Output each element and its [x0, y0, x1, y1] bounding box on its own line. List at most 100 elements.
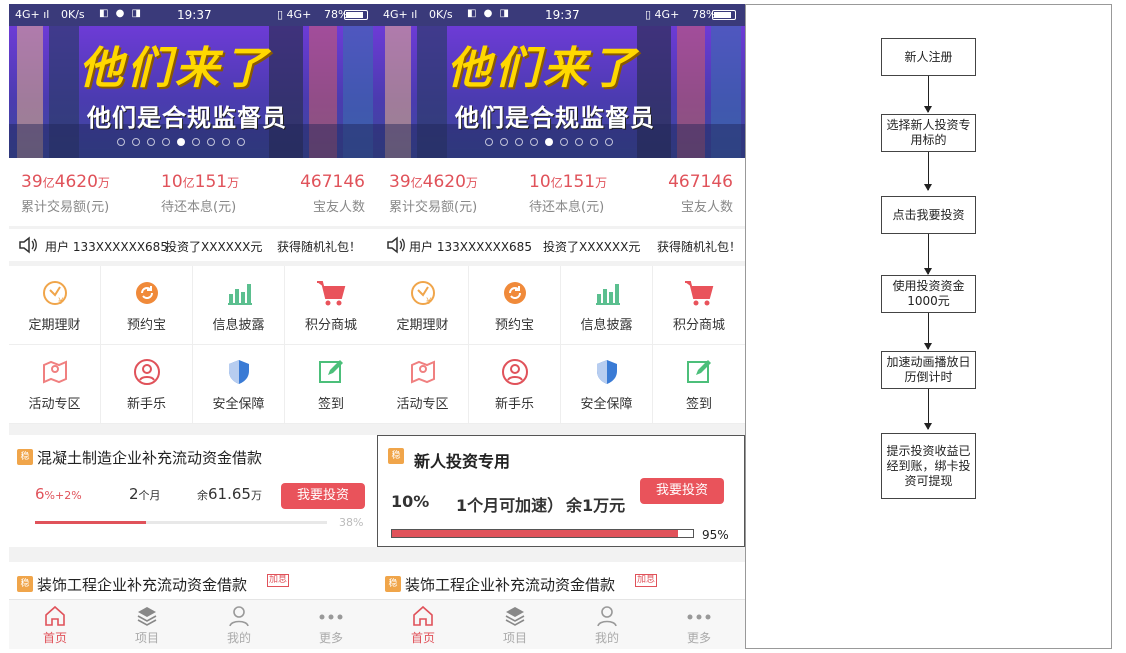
banner-headline: 他们来了	[447, 43, 639, 94]
stat-value: 467146	[668, 172, 733, 192]
grid-item-label: 新手乐	[494, 397, 534, 412]
user-circle-icon	[501, 359, 528, 385]
tab-label: 首页	[42, 631, 67, 645]
more-icon	[319, 614, 343, 620]
shield-icon	[596, 360, 617, 384]
tab-projects[interactable]: 项目	[101, 600, 193, 649]
grid-item-points-mall[interactable]: 积分商城	[653, 266, 745, 345]
cart-icon	[685, 281, 714, 306]
flowchart-panel: 新人注册 选择新人投资专用标的 点击我要投资 使用投资资金1000元 加速动画播…	[745, 4, 1112, 649]
grid-item-newbie[interactable]: 新手乐	[101, 345, 193, 424]
pagination-dot[interactable]	[530, 138, 538, 146]
stat-label: 待还本息(元)	[529, 200, 605, 215]
grid-item-reservation[interactable]: 预约宝	[101, 266, 193, 345]
flow-step-select-product: 选择新人投资专用标的	[881, 114, 976, 152]
tab-home[interactable]: 首页	[9, 600, 101, 649]
speaker-icon	[387, 236, 405, 254]
grid-item-label: 积分商城	[304, 318, 357, 333]
edit-icon	[687, 360, 711, 383]
tab-mine[interactable]: 我的	[193, 600, 285, 649]
pagination-dot[interactable]	[590, 138, 598, 146]
loan-card-next[interactable]: 稳 装饰工程企业补充流动资金借款 加息	[377, 562, 745, 602]
stat-unit: 万	[97, 176, 110, 190]
loan-term: 2个月	[129, 485, 161, 503]
grid-item-label: 活动专区	[28, 397, 81, 412]
signal-indicator: 4G+ ıl	[383, 8, 418, 21]
loan-card-next[interactable]: 稳 装饰工程企业补充流动资金借款 加息	[9, 562, 377, 602]
rate-bonus: %+2%	[44, 489, 82, 502]
pagination-dot[interactable]	[237, 138, 245, 146]
pagination-dot[interactable]	[560, 138, 568, 146]
pagination-dot[interactable]	[515, 138, 523, 146]
pagination-dot[interactable]	[192, 138, 200, 146]
grid-item-fixed-term[interactable]: ¥ 定期理财	[9, 266, 101, 345]
phone-screen-left: 4G+ ıl 0K/s ◧ ● ◨ 19:37 ▯ 4G+ 78% 他们来了 他…	[9, 4, 377, 649]
pagination-dot[interactable]	[485, 138, 493, 146]
grid-item-activities[interactable]: 活动专区	[377, 345, 469, 424]
news-ticker[interactable]: 用户 133XXXXXX685 投资了XXXXXX元 获得随机礼包！	[9, 229, 377, 261]
stat-label: 累计交易额(元)	[389, 200, 478, 215]
grid-item-newbie[interactable]: 新手乐	[469, 345, 561, 424]
progress-fill	[35, 521, 146, 524]
pagination-dot[interactable]	[132, 138, 140, 146]
bottom-tab-bar: 首页 项目 我的 更多	[377, 599, 745, 649]
pagination-dot[interactable]	[500, 138, 508, 146]
stat-value: 151	[194, 172, 228, 192]
tab-more[interactable]: 更多	[653, 600, 745, 649]
tab-mine[interactable]: 我的	[561, 600, 653, 649]
phone-screen-right: 4G+ ıl 0K/s ◧ ● ◨ 19:37 ▯ 4G+ 78% 他们来了 他…	[377, 4, 745, 649]
grid-item-points-mall[interactable]: 积分商城	[285, 266, 377, 345]
banner-subtitle: 他们是合规监督员	[87, 104, 287, 132]
stat-value: 4620	[54, 172, 98, 192]
grid-item-checkin[interactable]: 签到	[285, 345, 377, 424]
flow-step-earnings-arrived: 提示投资收益已经到账，绑卡投资可提现	[881, 433, 976, 499]
ticker-reward: 获得随机礼包！	[277, 240, 362, 254]
flow-step-register: 新人注册	[881, 38, 976, 76]
grid-item-security[interactable]: 安全保障	[193, 345, 285, 424]
pagination-dot-active[interactable]	[177, 138, 185, 146]
stat-value: 4620	[422, 172, 466, 192]
ticker-user: 用户 133XXXXXX685	[45, 240, 168, 254]
invest-button[interactable]: 我要投资	[640, 478, 724, 504]
term-unit: 个月	[138, 489, 161, 502]
stat-unit: 万	[465, 176, 478, 190]
ticker-action: 投资了XXXXXX元	[165, 240, 263, 254]
battery-icon	[712, 10, 736, 20]
pagination-dot[interactable]	[207, 138, 215, 146]
pagination-dot[interactable]	[117, 138, 125, 146]
pagination-dot[interactable]	[222, 138, 230, 146]
invest-button[interactable]: 我要投资	[281, 483, 365, 509]
tab-label: 我的	[594, 631, 619, 645]
tab-home[interactable]: 首页	[377, 600, 469, 649]
grid-item-reservation[interactable]: 预约宝	[469, 266, 561, 345]
progress-fill	[392, 530, 678, 537]
grid-item-disclosure[interactable]: 信息披露	[561, 266, 653, 345]
shield-icon	[228, 360, 249, 384]
signal-indicator: 4G+ ıl	[15, 8, 50, 21]
grid-item-label: 签到	[317, 397, 344, 412]
pagination-dot[interactable]	[605, 138, 613, 146]
tab-more[interactable]: 更多	[285, 600, 377, 649]
grid-item-activities[interactable]: 活动专区	[9, 345, 101, 424]
pagination-dot-active[interactable]	[545, 138, 553, 146]
more-icon	[687, 614, 711, 620]
pagination-dot[interactable]	[575, 138, 583, 146]
status-time: 19:37	[177, 8, 212, 22]
news-ticker[interactable]: 用户 133XXXXXX685 投资了XXXXXX元 获得随机礼包！	[377, 229, 745, 261]
loan-card[interactable]: 稳 混凝土制造企业补充流动资金借款 6%+2% 2个月 余61.65万 我要投资…	[9, 435, 377, 547]
remain-unit: 万	[250, 489, 262, 502]
loan-rate: 6%+2%	[35, 485, 82, 503]
grid-item-disclosure[interactable]: 信息披露	[193, 266, 285, 345]
tab-projects[interactable]: 项目	[469, 600, 561, 649]
grid-item-label: 预约宝	[126, 318, 166, 333]
pagination-dot[interactable]	[147, 138, 155, 146]
promo-banner[interactable]: 他们来了 他们是合规监督员	[377, 26, 745, 158]
promo-banner[interactable]: 他们来了 他们是合规监督员	[9, 26, 377, 158]
feature-grid: ¥ 定期理财 预约宝 信息披露 积分商城 活动专区 新手乐 安全保障 签到	[9, 266, 377, 424]
stat-unit: 亿	[410, 176, 423, 190]
newbie-loan-card[interactable]: 稳 新人投资专用 10% 1个月可加速） 余1万元 我要投资 95%	[377, 435, 745, 547]
grid-item-security[interactable]: 安全保障	[561, 345, 653, 424]
grid-item-checkin[interactable]: 签到	[653, 345, 745, 424]
pagination-dot[interactable]	[162, 138, 170, 146]
grid-item-fixed-term[interactable]: ¥ 定期理财	[377, 266, 469, 345]
